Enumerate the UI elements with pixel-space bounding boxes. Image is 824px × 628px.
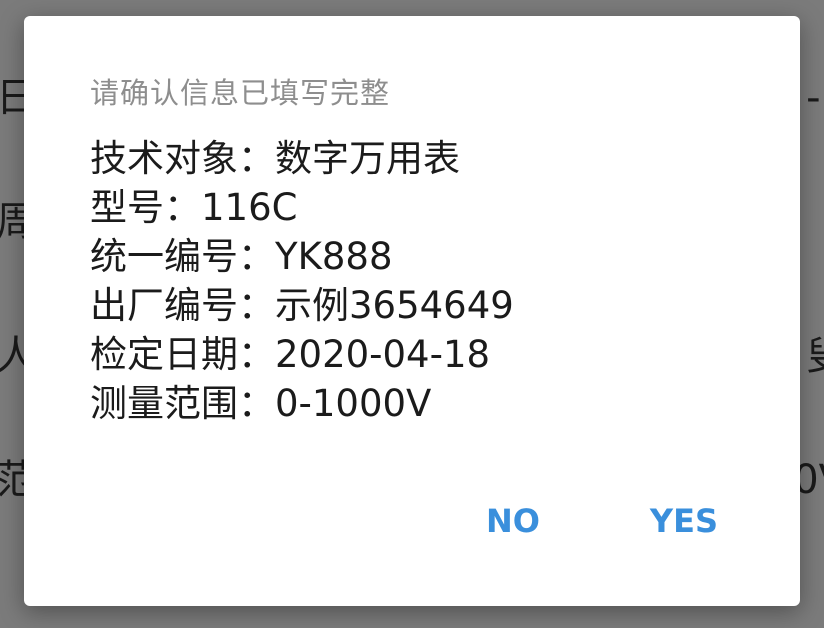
yes-button[interactable]: YES xyxy=(650,502,718,540)
background-row-value: -1 xyxy=(806,75,824,121)
no-button[interactable]: NO xyxy=(486,502,540,540)
dialog-actions: NO YES xyxy=(486,502,718,540)
background-row-value: 叟 xyxy=(806,326,824,386)
info-line-measurement-range: 测量范围：0-1000V xyxy=(90,382,432,425)
info-line-model: 型号：116C xyxy=(90,186,298,229)
info-line-serial-number: 出厂编号：示例3654649 xyxy=(90,284,514,327)
dialog-message: 技术对象：数字万用表 型号：116C 统一编号：YK888 出厂编号：示例365… xyxy=(90,134,750,428)
confirm-dialog: 请确认信息已填写完整 技术对象：数字万用表 型号：116C 统一编号：YK888… xyxy=(24,16,800,606)
dialog-title: 请确认信息已填写完整 xyxy=(90,76,391,110)
info-line-target: 技术对象：数字万用表 xyxy=(90,137,460,180)
info-line-calibration-date: 检定日期：2020-04-18 xyxy=(90,333,491,376)
background-row-value: 1 xyxy=(821,192,824,252)
info-line-unified-number: 统一编号：YK888 xyxy=(90,235,393,278)
